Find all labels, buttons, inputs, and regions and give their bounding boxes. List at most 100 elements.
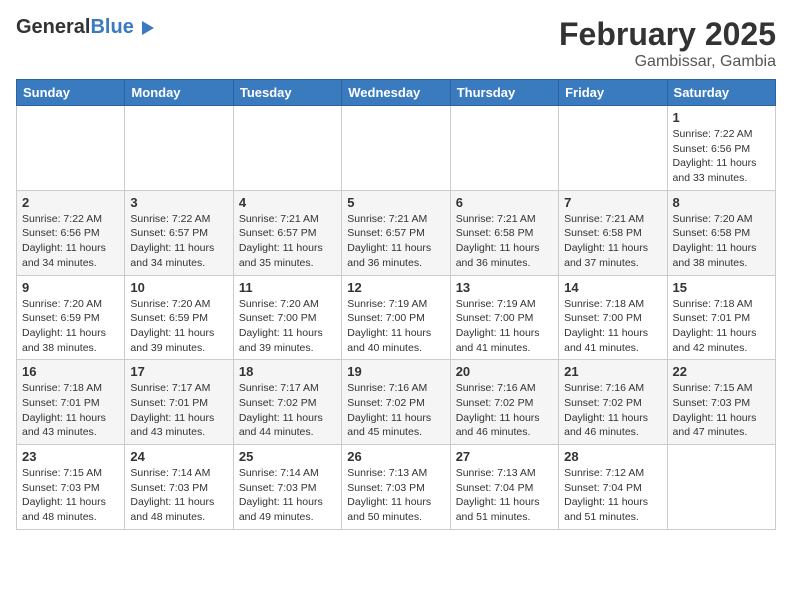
day-number: 19: [347, 364, 444, 379]
day-number: 4: [239, 195, 336, 210]
day-cell: 5Sunrise: 7:21 AM Sunset: 6:57 PM Daylig…: [342, 190, 450, 275]
calendar-header-row: SundayMondayTuesdayWednesdayThursdayFrid…: [17, 80, 776, 106]
day-number: 10: [130, 280, 227, 295]
column-header-monday: Monday: [125, 80, 233, 106]
calendar-body: 1 Sunrise: 7:22 AM Sunset: 6:56 PM Daylig…: [17, 106, 776, 530]
day-info: Sunrise: 7:22 AM Sunset: 6:56 PM Dayligh…: [22, 212, 119, 271]
day-cell: [559, 106, 667, 191]
day-cell: 20 Sunrise: 7:16 AM Sunset: 7:02 PM Dayli…: [450, 360, 558, 445]
day-number: 15: [673, 280, 770, 295]
day-info: Sunrise: 7:15 AM Sunset: 7:03 PM Dayligh…: [22, 466, 119, 525]
day-info: Sunrise: 7:18 AM Sunset: 7:01 PM Dayligh…: [673, 297, 770, 356]
column-header-friday: Friday: [559, 80, 667, 106]
day-info: Sunrise: 7:15 AM Sunset: 7:03 PM Dayligh…: [673, 381, 770, 440]
day-info: Sunrise: 7:17 AM Sunset: 7:02 PM Dayligh…: [239, 381, 336, 440]
day-number: 22: [673, 364, 770, 379]
column-header-thursday: Thursday: [450, 80, 558, 106]
day-number: 20: [456, 364, 553, 379]
day-number: 17: [130, 364, 227, 379]
day-info: Sunrise: 7:14 AM Sunset: 7:03 PM Dayligh…: [239, 466, 336, 525]
day-number: 6: [456, 195, 553, 210]
column-header-wednesday: Wednesday: [342, 80, 450, 106]
day-number: 21: [564, 364, 661, 379]
day-info: Sunrise: 7:18 AM Sunset: 7:01 PM Dayligh…: [22, 381, 119, 440]
day-number: 23: [22, 449, 119, 464]
day-number: 8: [673, 195, 770, 210]
day-info: Sunrise: 7:20 AM Sunset: 7:00 PM Dayligh…: [239, 297, 336, 356]
day-cell: 21 Sunrise: 7:16 AM Sunset: 7:02 PM Dayli…: [559, 360, 667, 445]
day-info: Sunrise: 7:16 AM Sunset: 7:02 PM Dayligh…: [456, 381, 553, 440]
day-cell: 4 Sunrise: 7:21 AM Sunset: 6:57 PM Daylig…: [233, 190, 341, 275]
day-cell: 11 Sunrise: 7:20 AM Sunset: 7:00 PM Dayli…: [233, 275, 341, 360]
day-info: Sunrise: 7:22 AM Sunset: 6:57 PM Dayligh…: [130, 212, 227, 271]
day-info: Sunrise: 7:20 AM Sunset: 6:58 PM Dayligh…: [673, 212, 770, 271]
logo: GeneralBlue: [16, 16, 158, 39]
week-row-1: 1 Sunrise: 7:22 AM Sunset: 6:56 PM Daylig…: [17, 106, 776, 191]
week-row-5: 23 Sunrise: 7:15 AM Sunset: 7:03 PM Dayli…: [17, 445, 776, 530]
day-cell: 28 Sunrise: 7:12 AM Sunset: 7:04 PM Dayli…: [559, 445, 667, 530]
day-number: 5: [347, 195, 444, 210]
day-number: 28: [564, 449, 661, 464]
day-cell: 22 Sunrise: 7:15 AM Sunset: 7:03 PM Dayli…: [667, 360, 775, 445]
day-info: Sunrise: 7:20 AM Sunset: 6:59 PM Dayligh…: [130, 297, 227, 356]
day-cell: 19Sunrise: 7:16 AM Sunset: 7:02 PM Dayli…: [342, 360, 450, 445]
column-header-sunday: Sunday: [17, 80, 125, 106]
day-cell: 25 Sunrise: 7:14 AM Sunset: 7:03 PM Dayli…: [233, 445, 341, 530]
page-header: GeneralBlue February 2025 Gambissar, Gam…: [16, 16, 776, 71]
day-cell: 26 Sunrise: 7:13 AM Sunset: 7:03 PM Dayli…: [342, 445, 450, 530]
day-cell: 17Sunrise: 7:17 AM Sunset: 7:01 PM Dayli…: [125, 360, 233, 445]
day-number: 3: [130, 195, 227, 210]
day-cell: 14 Sunrise: 7:18 AM Sunset: 7:00 PM Dayli…: [559, 275, 667, 360]
day-cell: 23 Sunrise: 7:15 AM Sunset: 7:03 PM Dayli…: [17, 445, 125, 530]
day-number: 16: [22, 364, 119, 379]
day-info: Sunrise: 7:13 AM Sunset: 7:04 PM Dayligh…: [456, 466, 553, 525]
week-row-4: 16 Sunrise: 7:18 AM Sunset: 7:01 PM Dayli…: [17, 360, 776, 445]
day-cell: 13Sunrise: 7:19 AM Sunset: 7:00 PM Dayli…: [450, 275, 558, 360]
day-info: Sunrise: 7:21 AM Sunset: 6:57 PM Dayligh…: [239, 212, 336, 271]
day-info: Sunrise: 7:14 AM Sunset: 7:03 PM Dayligh…: [130, 466, 227, 525]
day-cell: [450, 106, 558, 191]
day-info: Sunrise: 7:22 AM Sunset: 6:56 PM Dayligh…: [673, 127, 770, 186]
day-info: Sunrise: 7:19 AM Sunset: 7:00 PM Dayligh…: [347, 297, 444, 356]
column-header-saturday: Saturday: [667, 80, 775, 106]
day-info: Sunrise: 7:20 AM Sunset: 6:59 PM Dayligh…: [22, 297, 119, 356]
week-row-3: 9 Sunrise: 7:20 AM Sunset: 6:59 PM Daylig…: [17, 275, 776, 360]
day-number: 24: [130, 449, 227, 464]
day-cell: 3 Sunrise: 7:22 AM Sunset: 6:57 PM Daylig…: [125, 190, 233, 275]
day-number: 9: [22, 280, 119, 295]
day-info: Sunrise: 7:21 AM Sunset: 6:58 PM Dayligh…: [564, 212, 661, 271]
day-cell: 8 Sunrise: 7:20 AM Sunset: 6:58 PM Daylig…: [667, 190, 775, 275]
day-cell: 9 Sunrise: 7:20 AM Sunset: 6:59 PM Daylig…: [17, 275, 125, 360]
day-cell: 10 Sunrise: 7:20 AM Sunset: 6:59 PM Dayli…: [125, 275, 233, 360]
day-cell: 15 Sunrise: 7:18 AM Sunset: 7:01 PM Dayli…: [667, 275, 775, 360]
day-number: 27: [456, 449, 553, 464]
logo-blue: Blue: [90, 16, 133, 38]
day-cell: [233, 106, 341, 191]
day-info: Sunrise: 7:19 AM Sunset: 7:00 PM Dayligh…: [456, 297, 553, 356]
day-cell: [125, 106, 233, 191]
title-block: February 2025 Gambissar, Gambia: [559, 16, 776, 71]
day-number: 18: [239, 364, 336, 379]
calendar-subtitle: Gambissar, Gambia: [559, 53, 776, 71]
day-number: 1: [673, 110, 770, 125]
logo-general: General: [16, 16, 90, 38]
day-info: Sunrise: 7:18 AM Sunset: 7:00 PM Dayligh…: [564, 297, 661, 356]
calendar-table: SundayMondayTuesdayWednesdayThursdayFrid…: [16, 79, 776, 530]
day-info: Sunrise: 7:16 AM Sunset: 7:02 PM Dayligh…: [564, 381, 661, 440]
day-cell: 24 Sunrise: 7:14 AM Sunset: 7:03 PM Dayli…: [125, 445, 233, 530]
day-cell: [342, 106, 450, 191]
calendar-header: SundayMondayTuesdayWednesdayThursdayFrid…: [17, 80, 776, 106]
day-number: 26: [347, 449, 444, 464]
calendar-title: February 2025: [559, 16, 776, 53]
day-cell: 2Sunrise: 7:22 AM Sunset: 6:56 PM Daylig…: [17, 190, 125, 275]
day-number: 11: [239, 280, 336, 295]
day-info: Sunrise: 7:13 AM Sunset: 7:03 PM Dayligh…: [347, 466, 444, 525]
day-number: 14: [564, 280, 661, 295]
day-number: 25: [239, 449, 336, 464]
logo-icon: [136, 17, 158, 39]
day-number: 12: [347, 280, 444, 295]
day-number: 7: [564, 195, 661, 210]
day-info: Sunrise: 7:12 AM Sunset: 7:04 PM Dayligh…: [564, 466, 661, 525]
day-info: Sunrise: 7:21 AM Sunset: 6:58 PM Dayligh…: [456, 212, 553, 271]
logo-text: GeneralBlue: [16, 16, 134, 39]
